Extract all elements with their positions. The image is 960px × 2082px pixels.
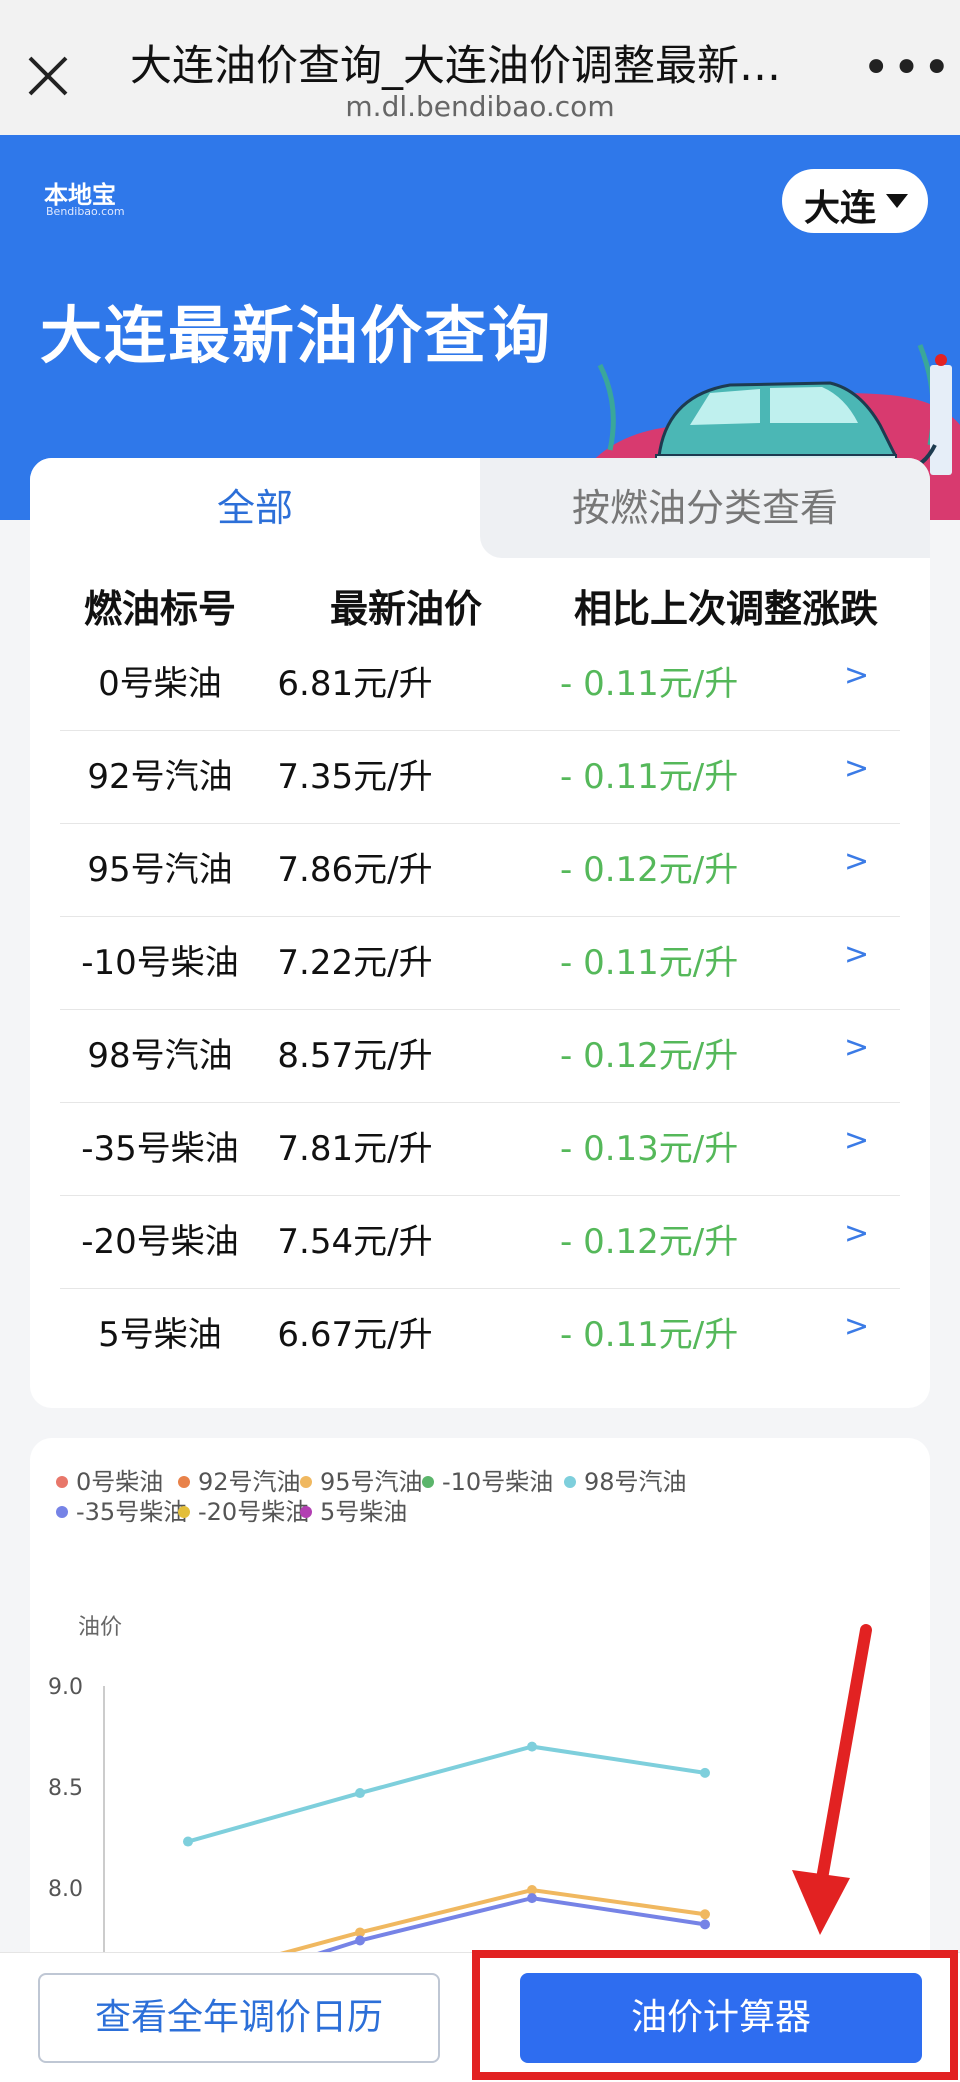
- data-point: [355, 1788, 365, 1799]
- y-tick-label: 8.0: [48, 1877, 83, 1902]
- data-point: [700, 1919, 710, 1930]
- caret-down-icon: [886, 194, 908, 208]
- data-point: [527, 1741, 537, 1752]
- legend-swatch: [56, 1476, 68, 1488]
- price-calendar-button[interactable]: 查看全年调价日历: [38, 1973, 440, 2063]
- chevron-right-icon[interactable]: >: [844, 1030, 869, 1065]
- city-label: 大连: [804, 188, 877, 229]
- chevron-right-icon[interactable]: >: [844, 1309, 869, 1344]
- chevron-right-icon[interactable]: >: [844, 658, 869, 693]
- price-change: - 0.11元/升: [560, 664, 739, 704]
- more-icon: •••: [862, 40, 953, 96]
- page-root: 大连油价查询_大连油价调整最新消... m.dl.bendibao.com ••…: [0, 0, 960, 2082]
- chevron-right-icon[interactable]: >: [844, 751, 869, 786]
- data-point: [700, 1909, 710, 1920]
- price-change: - 0.12元/升: [560, 1222, 739, 1262]
- more-menu-button[interactable]: •••: [862, 44, 951, 92]
- fuel-name: 95号汽油: [87, 850, 233, 890]
- legend-label: 98号汽油: [584, 1468, 687, 1496]
- tab-by-fuel-category[interactable]: 按燃油分类查看: [480, 458, 930, 558]
- fuel-price: 6.81元/升: [277, 664, 433, 704]
- fuel-price: 7.86元/升: [277, 850, 433, 890]
- legend-label: 95号汽油: [320, 1468, 423, 1496]
- header-latest-price: 最新油价: [330, 587, 483, 631]
- legend-swatch: [178, 1476, 190, 1488]
- table-row[interactable]: -10号柴油 7.22元/升 - 0.11元/升 >: [60, 917, 900, 1010]
- table-row[interactable]: -20号柴油 7.54元/升 - 0.12元/升 >: [60, 1196, 900, 1289]
- header-fuel-grade: 燃油标号: [84, 587, 237, 631]
- y-tick-label: 9.0: [48, 1675, 83, 1700]
- legend-label: -20号柴油: [198, 1498, 309, 1526]
- y-tick-label: 8.5: [48, 1776, 83, 1801]
- browser-topbar: 大连油价查询_大连油价调整最新消... m.dl.bendibao.com ••…: [0, 0, 960, 135]
- chevron-right-icon[interactable]: >: [844, 1123, 869, 1158]
- legend-swatch: [564, 1476, 576, 1488]
- fuel-price: 7.54元/升: [277, 1222, 433, 1262]
- fuel-name: 92号汽油: [87, 757, 233, 797]
- logo-subtext: Bendibao.com: [46, 205, 125, 218]
- table-row[interactable]: 95号汽油 7.86元/升 - 0.12元/升 >: [60, 824, 900, 917]
- table-row[interactable]: 98号汽油 8.57元/升 - 0.12元/升 >: [60, 1010, 900, 1103]
- table-row[interactable]: -35号柴油 7.81元/升 - 0.13元/升 >: [60, 1103, 900, 1196]
- legend-swatch: [178, 1506, 190, 1518]
- chevron-right-icon[interactable]: >: [844, 937, 869, 972]
- price-change: - 0.12元/升: [560, 850, 739, 890]
- table-row[interactable]: 5号柴油 6.67元/升 - 0.11元/升 >: [60, 1289, 900, 1382]
- fuel-price: 7.35元/升: [277, 757, 433, 797]
- banner-heading: 大连最新油价查询: [40, 299, 553, 372]
- fuel-name: -20号柴油: [81, 1222, 239, 1262]
- tab-all[interactable]: 全部: [30, 458, 480, 558]
- price-change: - 0.12元/升: [560, 1036, 739, 1076]
- data-point: [527, 1893, 537, 1904]
- table-row[interactable]: 92号汽油 7.35元/升 - 0.11元/升 >: [60, 731, 900, 824]
- page-title: 大连油价查询_大连油价调整最新消...: [130, 41, 820, 90]
- y-axis-label: 油价: [78, 1615, 122, 1640]
- fuel-price: 8.57元/升: [277, 1036, 433, 1076]
- legend-label: -35号柴油: [76, 1498, 187, 1526]
- table-header: 燃油标号 最新油价 相比上次调整涨跌: [30, 578, 930, 638]
- data-point: [183, 1836, 193, 1847]
- legend-swatch: [422, 1476, 434, 1488]
- red-arrow-icon: [792, 1624, 872, 1935]
- legend-label: 5号柴油: [320, 1498, 407, 1526]
- price-change: - 0.11元/升: [560, 943, 739, 983]
- data-point: [355, 1935, 365, 1946]
- series-line: [187, 1744, 706, 1844]
- data-point: [700, 1767, 710, 1778]
- fuel-name: -10号柴油: [81, 943, 239, 983]
- legend-label: 92号汽油: [198, 1468, 301, 1496]
- price-change: - 0.11元/升: [560, 1315, 739, 1355]
- fuel-price: 7.81元/升: [277, 1129, 433, 1169]
- fuel-price: 7.22元/升: [277, 943, 433, 983]
- highlight-box: [472, 1950, 958, 2080]
- legend-swatch: [56, 1506, 68, 1518]
- city-selector[interactable]: 大连: [782, 169, 928, 233]
- legend-swatch: [300, 1476, 312, 1488]
- fuel-name: -35号柴油: [81, 1129, 239, 1169]
- price-table-card: 全部 按燃油分类查看 燃油标号 最新油价 相比上次调整涨跌 0号柴油 6.81元…: [30, 458, 930, 1408]
- fuel-name: 0号柴油: [98, 664, 222, 704]
- header-change: 相比上次调整涨跌: [574, 587, 879, 631]
- chevron-right-icon[interactable]: >: [844, 1216, 869, 1251]
- legend-swatch: [300, 1506, 312, 1518]
- page-domain: m.dl.bendibao.com: [345, 90, 615, 123]
- legend-label: -10号柴油: [442, 1468, 553, 1496]
- fuel-price: 6.67元/升: [277, 1315, 433, 1355]
- chevron-right-icon[interactable]: >: [844, 844, 869, 879]
- fuel-name: 5号柴油: [98, 1315, 222, 1355]
- legend-label: 0号柴油: [76, 1468, 163, 1496]
- price-change: - 0.11元/升: [560, 757, 739, 797]
- table-row[interactable]: 0号柴油 6.81元/升 - 0.11元/升 >: [60, 638, 900, 731]
- price-change: - 0.13元/升: [560, 1129, 739, 1169]
- fuel-name: 98号汽油: [87, 1036, 233, 1076]
- site-logo[interactable]: 本地宝 Bendibao.com: [44, 175, 154, 219]
